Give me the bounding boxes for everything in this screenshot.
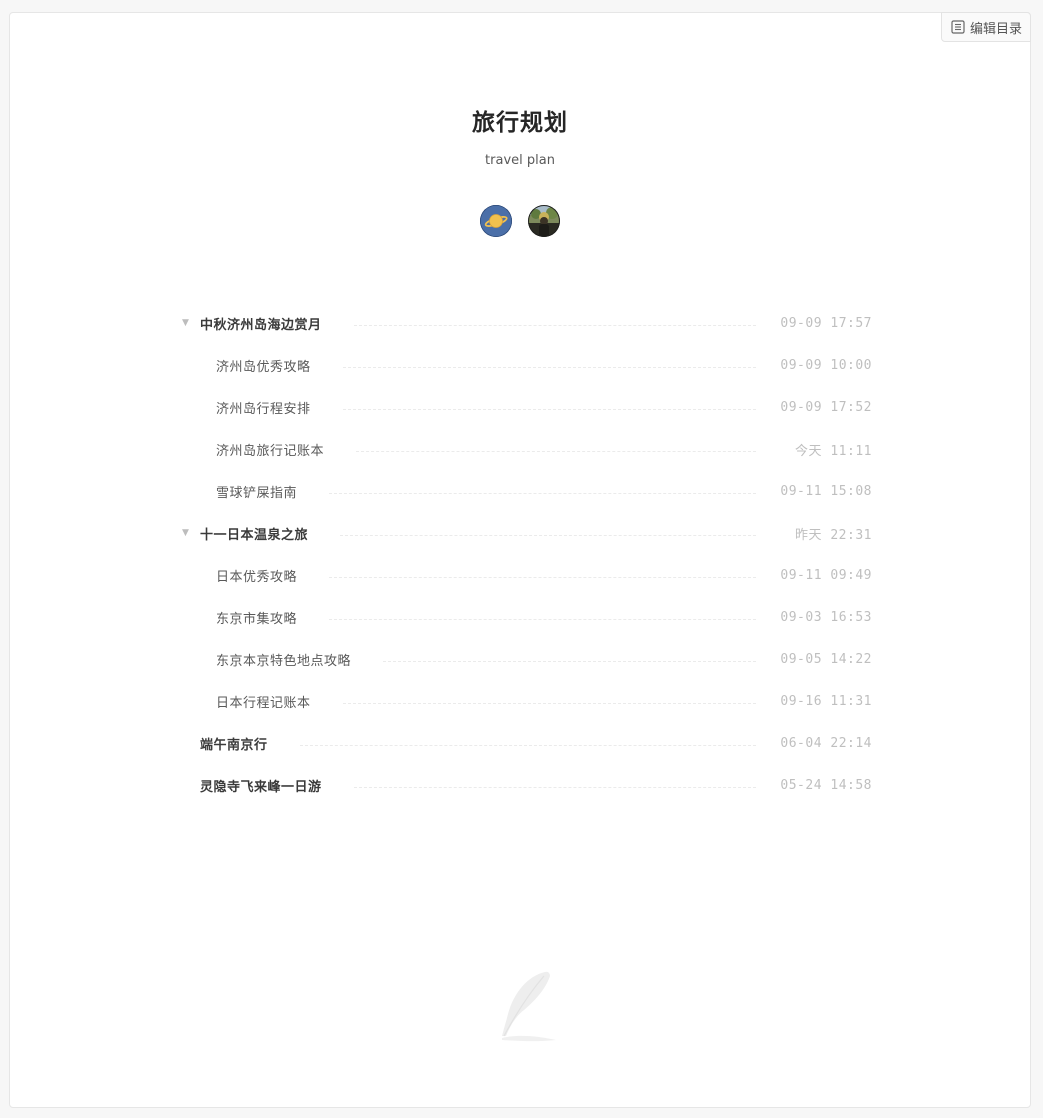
planet-icon (480, 205, 512, 237)
toc-doc-row[interactable]: 东京市集攻略 09-03 16:53 (182, 596, 872, 638)
dotted-leader (353, 786, 756, 788)
dotted-leader (342, 702, 756, 704)
toc-doc-row[interactable]: 日本行程记账本 09-16 11:31 (182, 680, 872, 722)
toc-item-title[interactable]: 日本行程记账本 (216, 692, 311, 711)
caret-down-icon[interactable]: ▼ (182, 318, 200, 328)
toc-item-timestamp: 05-24 14:58 (780, 777, 872, 793)
toc-item-title[interactable]: 济州岛行程安排 (216, 398, 311, 417)
toc-item-title[interactable]: 济州岛旅行记账本 (216, 440, 324, 459)
collaborator-avatars (10, 205, 1030, 237)
toc-item-timestamp: 09-09 17:57 (780, 315, 872, 331)
toc-doc-row[interactable]: 东京本京特色地点攻略 09-05 14:22 (182, 638, 872, 680)
dotted-leader (299, 744, 756, 746)
toc-item-timestamp: 09-11 09:49 (780, 567, 872, 583)
toc-item-title[interactable]: 中秋济州岛海边赏月 (200, 314, 322, 333)
toc-item-timestamp: 昨天 22:31 (795, 527, 872, 543)
dotted-leader (383, 660, 756, 662)
toc-item-timestamp: 09-03 16:53 (780, 609, 872, 625)
toc-item-timestamp: 09-16 11:31 (780, 693, 872, 709)
toc-item-title[interactable]: 端午南京行 (200, 734, 268, 753)
toc-group-row[interactable]: ▼ 十一日本温泉之旅 昨天 22:31 (182, 512, 872, 554)
dotted-leader (353, 324, 756, 326)
toc-item-title[interactable]: 东京本京特色地点攻略 (216, 650, 351, 669)
dotted-leader (342, 408, 756, 410)
caret-down-icon[interactable]: ▼ (182, 528, 200, 538)
edit-toc-label: 编辑目录 (969, 21, 1022, 37)
avatar[interactable] (480, 205, 512, 237)
book-panel: 编辑目录 旅行规划 travel plan ▼ 中秋济州岛海边赏月 09-09 … (9, 12, 1031, 1108)
toc-doc-row[interactable]: 济州岛优秀攻略 09-09 10:00 (182, 344, 872, 386)
toc-item-timestamp: 今天 11:11 (795, 443, 872, 459)
toc-item-timestamp: 09-09 10:00 (780, 357, 872, 373)
edit-toc-button[interactable]: 编辑目录 (940, 12, 1031, 42)
toc-doc-row[interactable]: 济州岛行程安排 09-09 17:52 (182, 386, 872, 428)
toc-item-title[interactable]: 日本优秀攻略 (216, 566, 297, 585)
feather-watermark-icon (488, 968, 568, 1052)
book-title: 旅行规划 (472, 110, 568, 136)
table-of-contents: ▼ 中秋济州岛海边赏月 09-09 17:57 济州岛优秀攻略 09-09 10:00 济… (182, 302, 872, 806)
toc-item-title[interactable]: 济州岛优秀攻略 (216, 356, 311, 375)
toc-group-row[interactable]: 端午南京行 06-04 22:14 (182, 722, 872, 764)
book-description: travel plan (485, 153, 555, 168)
toc-item-title[interactable]: 灵隐寺飞来峰一日游 (200, 776, 322, 795)
photo-avatar-icon (528, 205, 560, 237)
toc-item-title[interactable]: 十一日本温泉之旅 (200, 524, 308, 543)
toc-group-row[interactable]: 灵隐寺飞来峰一日游 05-24 14:58 (182, 764, 872, 806)
toc-item-timestamp: 09-11 15:08 (780, 483, 872, 499)
dotted-leader (329, 492, 756, 494)
dotted-leader (356, 450, 756, 452)
dotted-leader (329, 576, 756, 578)
list-icon (951, 20, 965, 34)
toc-item-title[interactable]: 东京市集攻略 (216, 608, 297, 627)
toc-doc-row[interactable]: 日本优秀攻略 09-11 09:49 (182, 554, 872, 596)
toc-item-timestamp: 06-04 22:14 (780, 735, 872, 751)
toc-doc-row[interactable]: 济州岛旅行记账本 今天 11:11 (182, 428, 872, 470)
toc-item-timestamp: 09-09 17:52 (780, 399, 872, 415)
dotted-leader (340, 534, 756, 536)
toc-item-timestamp: 09-05 14:22 (780, 651, 872, 667)
toc-doc-row[interactable]: 雪球铲屎指南 09-11 15:08 (182, 470, 872, 512)
toc-group-row[interactable]: ▼ 中秋济州岛海边赏月 09-09 17:57 (182, 302, 872, 344)
toc-item-title[interactable]: 雪球铲屎指南 (216, 482, 297, 501)
dotted-leader (329, 618, 756, 620)
avatar[interactable] (528, 205, 560, 237)
dotted-leader (342, 366, 756, 368)
